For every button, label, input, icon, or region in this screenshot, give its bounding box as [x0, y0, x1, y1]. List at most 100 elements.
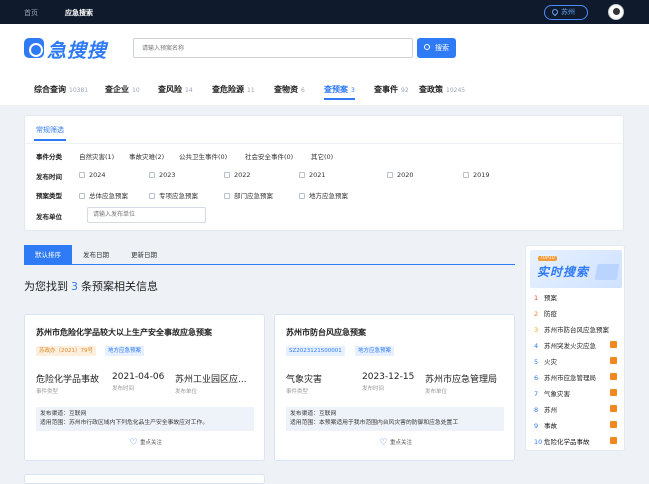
filter-checkbox[interactable]: 专项应急预案: [149, 190, 198, 200]
rank-number: 1: [534, 294, 539, 302]
filter-checkbox[interactable]: 总体应急预案: [79, 190, 128, 200]
nav-home-link[interactable]: 首页: [24, 8, 38, 18]
filter-checkbox[interactable]: 2024: [79, 171, 106, 179]
search-input[interactable]: [133, 38, 413, 58]
follow-button[interactable]: ♡ 重点关注: [25, 438, 266, 448]
plan-card[interactable]: [24, 474, 265, 484]
hot-search-text: 苏州市应急管理局: [544, 374, 596, 382]
tab-hazard[interactable]: 查危险源 11: [212, 84, 255, 95]
plan-channel: 发布渠道：互联网: [40, 411, 87, 417]
meta-value: 气象灾害: [286, 375, 323, 385]
meta-label: 发布单位: [425, 389, 448, 395]
tab-plans[interactable]: 查预案 3: [324, 84, 355, 100]
tab-publish-date[interactable]: 发布日期: [74, 245, 118, 265]
filter-checkbox[interactable]: 2022: [224, 171, 251, 179]
filter-option[interactable]: 事故灾难(2): [129, 151, 164, 161]
filter-checkbox[interactable]: 2023: [149, 171, 176, 179]
hot-flame-icon: [610, 341, 617, 348]
tab-label: 查预案: [324, 85, 348, 94]
rank-number: 6: [534, 374, 539, 382]
tab-count: 14: [185, 87, 193, 94]
hot-search-item[interactable]: 10 危险化学品事故: [534, 436, 590, 446]
rank-number: 9: [534, 422, 539, 430]
tab-comprehensive[interactable]: 综合查询 10381: [34, 84, 88, 95]
tab-label: 综合查询: [34, 85, 66, 94]
plan-card[interactable]: 苏州市危险化学品较大以上生产安全事故应急预案 苏政办（2021）79号 地方应急…: [24, 314, 265, 461]
meta-label: 发布时间: [112, 386, 135, 392]
hot-search-text: 气象灾害: [544, 390, 570, 398]
checkbox-label: 2023: [159, 171, 176, 179]
tab-regular-filter[interactable]: 常规筛选: [34, 125, 66, 141]
filter-option[interactable]: 其它(0): [311, 151, 333, 161]
doc-number-badge: 苏政办（2021）79号: [36, 346, 96, 356]
tab-enterprise[interactable]: 查企业 10: [105, 84, 140, 95]
tab-risk[interactable]: 查风险 14: [158, 84, 193, 95]
meta-value: 苏州工业园区应...: [175, 375, 247, 385]
results-summary: 为您找到 3 条预案相关信息: [24, 278, 158, 294]
results-prefix: 为您找到: [24, 280, 68, 293]
hot-flame-icon: [610, 405, 617, 412]
avatar[interactable]: [608, 4, 624, 20]
filter-checkbox[interactable]: 2019: [463, 171, 490, 179]
tab-default-sort[interactable]: 默认排序: [24, 245, 72, 265]
tab-events[interactable]: 查事件 92: [374, 84, 409, 95]
tab-label: 查风险: [158, 85, 182, 94]
filter-panel: 常规筛选 事件分类 自然灾害(1) 事故灾难(2) 公共卫生事件(0) 社会安全…: [24, 115, 624, 231]
header: 急搜搜 搜索 综合查询10381 查企业10 查风险14 查危险源11 查物资6…: [0, 24, 649, 105]
filter-checkbox[interactable]: 2020: [387, 171, 414, 179]
hot-search-item[interactable]: 9 事故: [534, 420, 557, 430]
search-button[interactable]: 搜索: [417, 38, 456, 58]
checkbox-icon: [149, 193, 155, 199]
hot-flame-icon: [610, 437, 617, 444]
filter-checkbox[interactable]: 部门应急预案: [224, 190, 273, 200]
location-pin-icon: [550, 7, 560, 17]
checkbox-icon: [79, 193, 85, 199]
hot-search-item[interactable]: 7 气象灾害: [534, 388, 570, 398]
hot-flame-icon: [610, 357, 617, 364]
checkbox-icon: [299, 193, 305, 199]
checkbox-label: 2022: [234, 171, 251, 179]
rank-number: 3: [534, 326, 539, 334]
hot-search-title: 实时搜索: [537, 265, 590, 279]
hot-search-item[interactable]: 6 苏州市应急管理局: [534, 372, 596, 382]
hot-search-text: 苏州: [544, 406, 557, 414]
filter-option[interactable]: 自然灾害(1): [79, 151, 114, 161]
plan-card[interactable]: 苏州市防台风应急预案 SZ2023121500001 地方应急预案 气象灾害 事件…: [274, 314, 515, 461]
tab-label: 查事件: [374, 85, 398, 94]
plan-title[interactable]: 苏州市危险化学品较大以上生产安全事故应急预案: [36, 327, 212, 338]
follow-button[interactable]: ♡ 重点关注: [275, 438, 516, 448]
hot-search-item[interactable]: 3 苏州市防台风应急预案: [534, 324, 609, 334]
nav-emergency-search-link[interactable]: 应急搜索: [65, 8, 93, 18]
follow-label: 重点关注: [139, 440, 162, 446]
publisher-input[interactable]: [87, 207, 206, 223]
meta-publish-time: 2021-04-06 发布时间: [112, 372, 164, 392]
hot-search-item[interactable]: 8 苏州: [534, 404, 557, 414]
hot-search-item[interactable]: 4 苏州突发火灾应急: [534, 340, 596, 350]
rank-number: 4: [534, 342, 539, 350]
hot-search-item[interactable]: 5 火灾: [534, 356, 557, 366]
meta-label: 事件类型: [286, 389, 309, 395]
filter-label: 发布单位: [36, 213, 62, 221]
meta-value: 危险化学品事故: [36, 375, 100, 385]
hot-search-item[interactable]: 2 防疫: [534, 308, 557, 318]
tab-supplies[interactable]: 查物资 6: [274, 84, 305, 95]
filter-checkbox[interactable]: 2021: [299, 171, 326, 179]
hot-flame-icon: [610, 389, 617, 396]
tab-policy[interactable]: 查政策 10245: [419, 84, 465, 95]
checkbox-icon: [79, 172, 85, 178]
location-button[interactable]: 苏州: [544, 5, 588, 20]
filter-option[interactable]: 社会安全事件(0): [245, 151, 293, 161]
checkbox-icon: [149, 172, 155, 178]
meta-value: 2023-12-15: [362, 372, 415, 382]
plan-channel: 发布渠道：互联网: [290, 411, 337, 417]
plan-scope: 适用范围：本预案适用于我市范围内台风灾害的防御和应急处置工: [290, 420, 459, 426]
hot-search-item[interactable]: 1 预案: [534, 292, 557, 302]
follow-label: 重点关注: [389, 440, 412, 446]
tab-update-date[interactable]: 更新日期: [122, 245, 166, 265]
plan-title[interactable]: 苏州市防台风应急预案: [286, 327, 366, 338]
tab-count: 11: [247, 87, 255, 94]
filter-checkbox[interactable]: 地方应急预案: [299, 190, 348, 200]
filter-option[interactable]: 公共卫生事件(0): [179, 151, 227, 161]
hot-search-text: 苏州突发火灾应急: [544, 342, 596, 350]
heart-icon: ♡: [129, 438, 138, 448]
